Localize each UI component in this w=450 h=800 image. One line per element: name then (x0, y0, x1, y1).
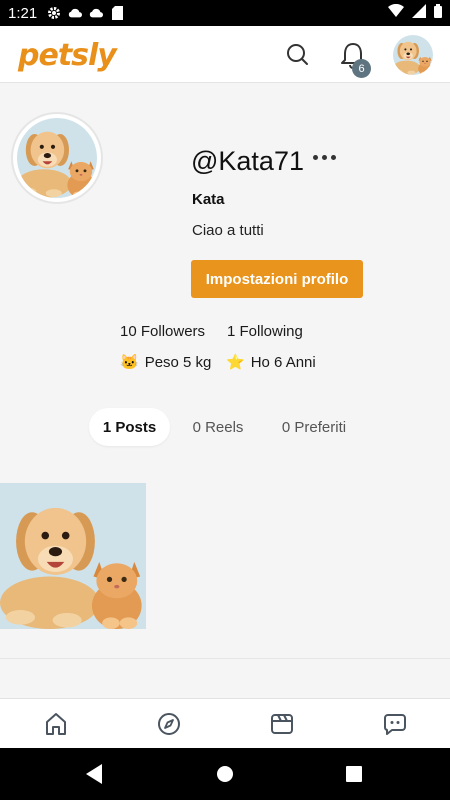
bottom-navigation (0, 698, 450, 748)
home-button-icon[interactable] (217, 766, 233, 782)
following-count[interactable]: 1 Following (227, 323, 303, 340)
cloud-upload-icon (89, 6, 104, 20)
tab-preferiti[interactable]: 0 Preferiti (268, 408, 360, 446)
profile-avatar[interactable] (11, 112, 103, 204)
sd-card-icon (110, 6, 124, 20)
post-thumbnail[interactable] (0, 483, 146, 629)
cloud-icon (68, 6, 83, 20)
gear-icon (47, 6, 61, 20)
app-header: petsly 6 (0, 26, 450, 83)
pet-weight-label: Peso 5 kg (144, 353, 212, 371)
battery-icon (434, 3, 442, 23)
followers-count[interactable]: 10 Followers (120, 323, 205, 340)
compass-icon[interactable] (156, 711, 182, 737)
star-emoji-icon: ⭐ (226, 354, 245, 371)
content-divider (0, 658, 450, 659)
pet-age-label: Ho 6 Anni (250, 353, 316, 371)
petsly-logo[interactable]: petsly (18, 38, 117, 73)
wifi-icon (388, 3, 404, 22)
status-time: 1:21 (8, 4, 38, 22)
clapperboard-icon[interactable] (269, 711, 295, 737)
notification-badge: 6 (352, 59, 371, 78)
signal-icon (412, 3, 426, 23)
more-options-icon[interactable] (313, 150, 337, 164)
chat-icon[interactable] (382, 711, 408, 737)
profile-display-name: Kata (192, 191, 225, 208)
search-icon[interactable] (285, 42, 311, 68)
tab-reels[interactable]: 0 Reels (184, 408, 252, 446)
home-icon[interactable] (43, 711, 69, 737)
back-icon[interactable] (86, 764, 104, 789)
pet-age: ⭐ Ho 6 Anni (226, 353, 316, 372)
user-avatar[interactable] (393, 35, 433, 75)
profile-settings-button[interactable]: Impostazioni profilo (191, 260, 363, 298)
profile-username: @Kata71 (191, 146, 304, 176)
profile-bio: Ciao a tutti (192, 222, 264, 239)
cat-emoji-icon: 🐱 (120, 354, 139, 371)
system-navigation-bar (0, 748, 450, 800)
tab-posts[interactable]: 1 Posts (89, 408, 170, 446)
pet-weight: 🐱 Peso 5 kg (120, 353, 212, 372)
recent-apps-icon[interactable] (346, 766, 362, 782)
status-bar: 1:21 (0, 0, 450, 26)
